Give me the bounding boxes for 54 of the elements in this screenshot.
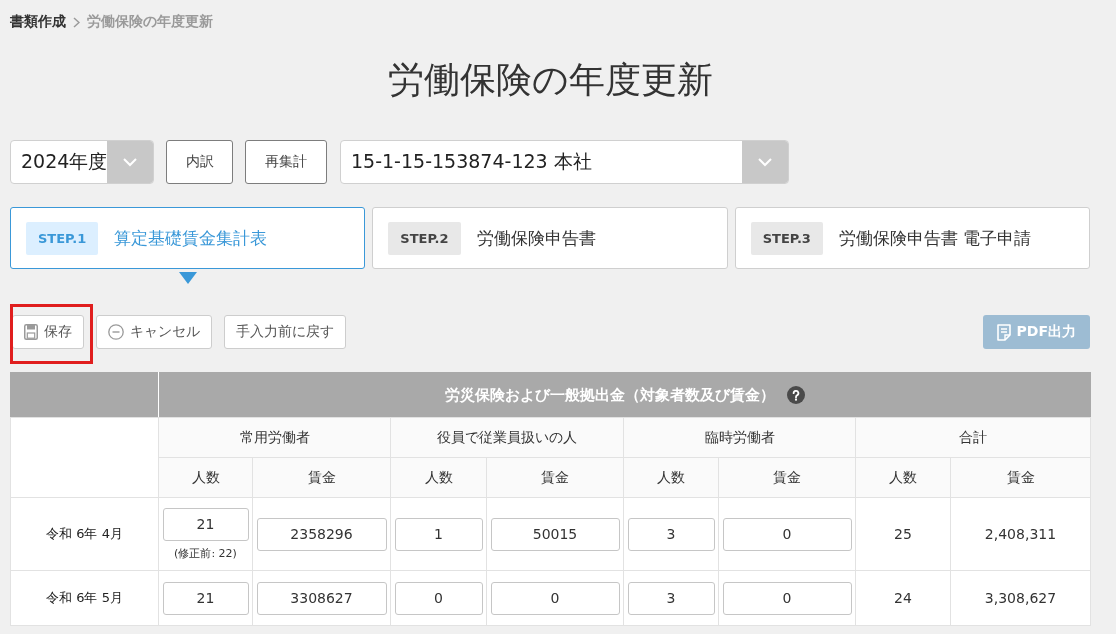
previous-value-note: (修正前: 22) bbox=[173, 545, 238, 561]
column-header: 人数 bbox=[158, 457, 253, 498]
wage-field[interactable]: 0 bbox=[490, 581, 620, 615]
breadcrumb-current: 労働保険の年度更新 bbox=[87, 13, 213, 31]
table-title: 労災保険および一般拠出金（対象者数及び賃金） bbox=[444, 385, 775, 404]
column-header: 人数 bbox=[855, 457, 951, 498]
breadcrumb-link[interactable]: 書類作成 bbox=[10, 13, 66, 31]
step-badge: STEP.2 bbox=[388, 221, 461, 255]
count-field[interactable]: 1 bbox=[394, 517, 483, 551]
save-button[interactable]: 保存 bbox=[12, 315, 84, 349]
table-cell: 2,408,311 bbox=[950, 497, 1091, 571]
column-header: 賃金 bbox=[718, 457, 856, 498]
column-group-header: 役員で従業員扱いの人 bbox=[390, 417, 624, 458]
wage-field[interactable]: 2358296 bbox=[256, 517, 387, 551]
count-field[interactable]: 3 bbox=[627, 517, 715, 551]
step-tab[interactable]: STEP.2 労働保険申告書 bbox=[372, 207, 728, 269]
minus-circle-icon bbox=[108, 324, 124, 340]
page-title: 労働保険の年度更新 bbox=[387, 58, 713, 102]
revert-button[interactable]: 手入力前に戻す bbox=[224, 315, 346, 349]
step-tab[interactable]: STEP.3 労働保険申告書 電子申請 bbox=[734, 207, 1090, 269]
triangle-pointer-icon bbox=[178, 272, 197, 284]
office-select[interactable]: 15-1-15-153874-123 本社 bbox=[340, 140, 789, 184]
help-icon bbox=[786, 386, 805, 404]
column-group-header: 合計 bbox=[855, 417, 1091, 458]
breakdown-button[interactable]: 内訳 bbox=[166, 140, 233, 184]
column-header: 人数 bbox=[390, 457, 487, 498]
table-cell: 3,308,627 bbox=[950, 570, 1091, 626]
row-header: 令和 6年 4月 bbox=[10, 497, 159, 571]
column-group-header: 臨時労働者 bbox=[623, 417, 856, 458]
cancel-button[interactable]: キャンセル bbox=[96, 315, 212, 349]
count-field[interactable]: 3 bbox=[627, 581, 715, 615]
wage-field[interactable]: 0 bbox=[722, 517, 852, 551]
year-select[interactable]: 2024年度 bbox=[10, 140, 154, 184]
column-header: 賃金 bbox=[950, 457, 1091, 498]
step-badge: STEP.3 bbox=[750, 221, 823, 255]
column-header: 賃金 bbox=[486, 457, 624, 498]
chevron-down-icon bbox=[107, 141, 153, 183]
count-field[interactable]: 0 bbox=[394, 581, 483, 615]
table-cell: 24 bbox=[855, 570, 951, 626]
table-cell: 25 bbox=[855, 497, 951, 571]
count-field[interactable]: 21 bbox=[162, 507, 249, 541]
column-group-header: 常用労働者 bbox=[158, 417, 391, 458]
document-icon bbox=[996, 323, 1011, 341]
step-badge: STEP.1 bbox=[26, 221, 99, 255]
recalculate-button[interactable]: 再集計 bbox=[245, 140, 327, 184]
column-header: 賃金 bbox=[252, 457, 391, 498]
column-header: 人数 bbox=[623, 457, 719, 498]
count-field[interactable]: 21 bbox=[162, 581, 249, 615]
chevron-right-icon bbox=[73, 16, 80, 28]
wage-field[interactable]: 0 bbox=[722, 581, 852, 615]
row-header: 令和 6年 5月 bbox=[10, 570, 159, 626]
wage-field[interactable]: 50015 bbox=[490, 517, 620, 551]
chevron-down-icon bbox=[742, 141, 788, 183]
wage-field[interactable]: 3308627 bbox=[256, 581, 387, 615]
